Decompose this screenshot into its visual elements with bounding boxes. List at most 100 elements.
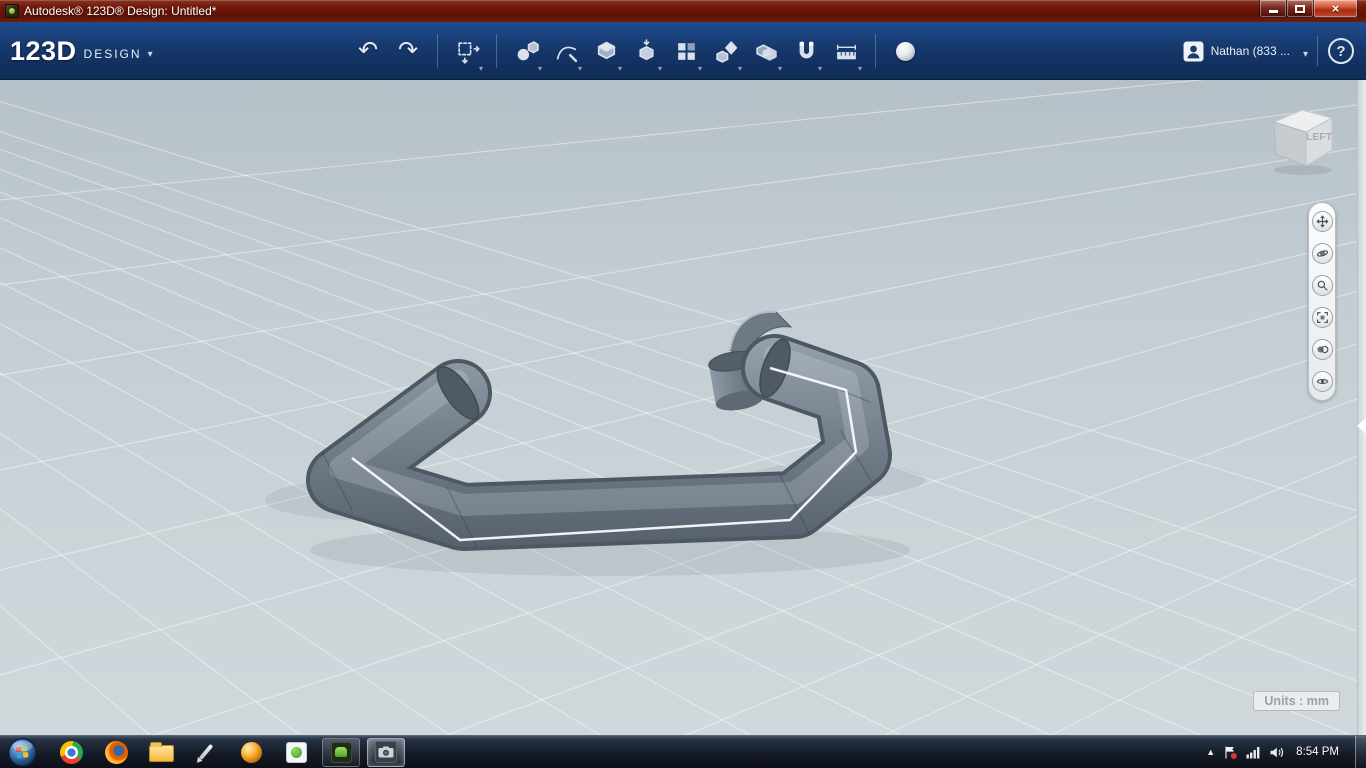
viewcube-front-label: LEFT xyxy=(1306,131,1333,143)
collapse-arrow-icon xyxy=(1357,418,1366,434)
flyout-caret-icon: ▾ xyxy=(697,64,702,73)
redo-button[interactable]: ↷ xyxy=(388,27,428,75)
amber-ball-icon xyxy=(240,741,262,763)
fit-view-icon xyxy=(1316,312,1328,323)
close-button[interactable]: × xyxy=(1313,0,1358,18)
avatar-icon xyxy=(1183,41,1204,61)
model-canvas xyxy=(0,80,1366,735)
flyout-caret-icon: ▾ xyxy=(857,64,862,73)
app-toolbar: 123D DESIGN ▾ ↶ ↷ ▾ ▾ ▾ ▾ ▾ ▾ ▾ ▾ ▾ ▾ Na… xyxy=(0,22,1366,80)
construct-tool-button[interactable]: ▾ xyxy=(586,27,626,75)
window-title: Autodesk® 123D® Design: Untitled* xyxy=(24,4,217,18)
taskbar: ▲ 8:54 PM xyxy=(0,735,1366,768)
sketch-tool-button[interactable]: ▾ xyxy=(546,27,586,75)
flyout-caret-icon: ▾ xyxy=(478,64,483,73)
transform-tool-button[interactable]: ▾ xyxy=(447,27,487,75)
app-menu[interactable]: 123D DESIGN ▾ xyxy=(10,22,153,80)
eye-icon xyxy=(1316,378,1328,385)
material-sphere-icon xyxy=(895,41,915,61)
pan-icon xyxy=(1316,215,1328,228)
orbit-icon xyxy=(1316,250,1328,257)
grouping-tool-button[interactable]: ▾ xyxy=(706,27,746,75)
maximize-icon xyxy=(1295,4,1305,13)
green-app-icon xyxy=(330,741,352,763)
construct-icon xyxy=(597,41,615,59)
minimize-icon xyxy=(1268,10,1278,13)
navigation-bar xyxy=(1308,202,1336,401)
start-button[interactable] xyxy=(7,737,38,768)
account-menu[interactable]: Nathan (833 ... ▾ xyxy=(1183,22,1308,80)
visibility-button[interactable] xyxy=(1311,371,1333,392)
shading-mode-button[interactable] xyxy=(1311,339,1333,360)
maximize-button[interactable] xyxy=(1286,0,1314,18)
tool-strip: ↶ ↷ ▾ ▾ ▾ ▾ ▾ ▾ ▾ ▾ ▾ ▾ xyxy=(348,22,925,80)
folder-icon xyxy=(148,742,174,762)
account-name-label: Nathan (833 ... xyxy=(1210,44,1290,58)
desktop: Autodesk® 123D® Design: Untitled* × 123D… xyxy=(0,0,1366,768)
firefox-taskbar-button[interactable] xyxy=(97,738,135,767)
logo-123d: 123D xyxy=(10,35,77,66)
combine-tool-button[interactable]: ▾ xyxy=(746,27,786,75)
volume-icon[interactable] xyxy=(1269,746,1284,759)
chrome-taskbar-button[interactable] xyxy=(52,738,90,767)
pen-icon xyxy=(198,743,214,761)
logo-design-label: DESIGN xyxy=(83,47,142,61)
toolbar-separator xyxy=(875,34,876,68)
ground-grid xyxy=(0,80,1366,735)
zoom-extents-button[interactable] xyxy=(1311,307,1333,328)
viewport-3d[interactable]: LEFT Units: mm xyxy=(0,80,1366,735)
undo-icon: ↶ xyxy=(357,37,379,64)
app-icon xyxy=(5,4,19,18)
green-app-taskbar-button[interactable] xyxy=(322,737,360,767)
action-center-flag-icon[interactable] xyxy=(1223,745,1238,760)
primitives-tool-button[interactable]: ▾ xyxy=(506,27,546,75)
toolbar-separator xyxy=(496,34,497,68)
flyout-caret-icon: ▾ xyxy=(537,64,542,73)
flyout-caret-icon: ▾ xyxy=(577,64,582,73)
minimize-button[interactable] xyxy=(1259,0,1287,18)
active-app-taskbar-button[interactable] xyxy=(367,737,405,767)
shading-spheres-icon xyxy=(1316,345,1328,354)
snap-tool-button[interactable]: ▾ xyxy=(786,27,826,75)
chevron-down-icon: ▾ xyxy=(1302,48,1308,60)
tube-model[interactable] xyxy=(306,334,892,551)
transform-icon xyxy=(457,41,480,64)
media-app-taskbar-button[interactable] xyxy=(232,738,270,767)
green-dot-tile-icon xyxy=(285,741,307,763)
toolbar-separator xyxy=(1317,36,1318,66)
flyout-caret-icon: ▾ xyxy=(817,64,822,73)
measure-tool-button[interactable]: ▾ xyxy=(826,27,866,75)
pen-app-taskbar-button[interactable] xyxy=(187,738,225,767)
magnet-icon xyxy=(799,41,813,58)
window-controls: × xyxy=(1259,0,1358,18)
camera-icon xyxy=(375,741,397,763)
pattern-tool-button[interactable]: ▾ xyxy=(666,27,706,75)
zoom-button[interactable] xyxy=(1311,275,1333,296)
panel-collapse-handle[interactable] xyxy=(1357,80,1366,735)
material-tool-button[interactable] xyxy=(885,27,925,75)
flyout-caret-icon: ▾ xyxy=(617,64,622,73)
orbit-button[interactable] xyxy=(1311,243,1333,264)
show-desktop-button[interactable] xyxy=(1355,735,1366,768)
grouping-icon xyxy=(715,40,737,63)
flyout-caret-icon: ▾ xyxy=(657,64,662,73)
toolbar-separator xyxy=(437,34,438,68)
clock[interactable]: 8:54 PM xyxy=(1296,746,1339,758)
tray-expand-button[interactable]: ▲ xyxy=(1206,747,1215,757)
system-tray: ▲ 8:54 PM xyxy=(1206,735,1366,768)
undo-button[interactable]: ↶ xyxy=(348,27,388,75)
units-label[interactable]: Units : mm xyxy=(1253,691,1340,711)
primitives-icon xyxy=(517,40,539,60)
help-button[interactable]: ? xyxy=(1328,38,1354,64)
network-icon[interactable] xyxy=(1246,745,1261,759)
explorer-taskbar-button[interactable] xyxy=(142,738,180,767)
flyout-caret-icon: ▾ xyxy=(737,64,742,73)
pan-button[interactable] xyxy=(1311,211,1333,232)
viewcube[interactable]: LEFT xyxy=(1260,94,1346,180)
combine-icon xyxy=(755,43,777,61)
modify-tool-button[interactable]: ▾ xyxy=(626,27,666,75)
green-tile-taskbar-button[interactable] xyxy=(277,738,315,767)
window-titlebar[interactable]: Autodesk® 123D® Design: Untitled* × xyxy=(0,0,1366,22)
pattern-icon xyxy=(677,42,695,60)
close-icon: × xyxy=(1331,1,1340,16)
